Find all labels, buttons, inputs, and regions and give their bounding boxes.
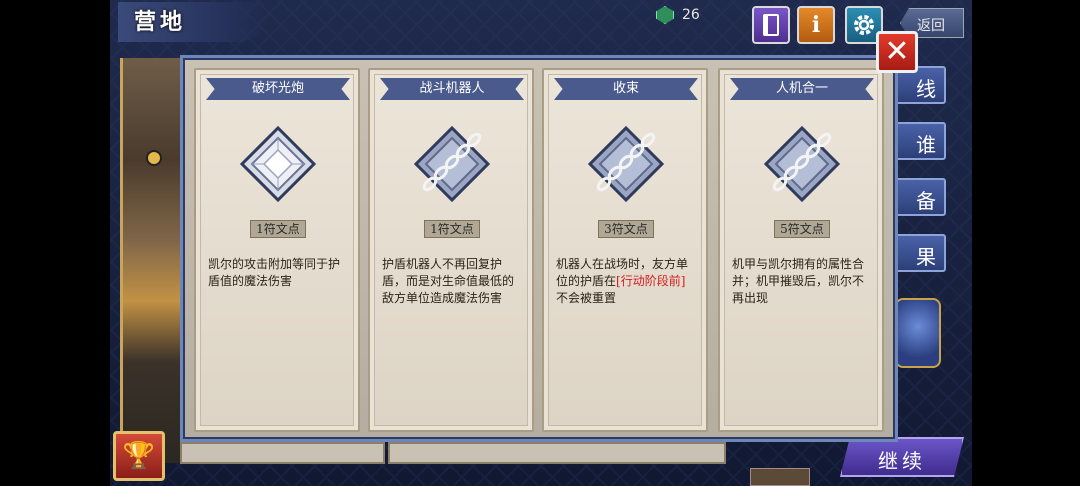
left-letterbox [0, 0, 110, 486]
page-title: 营地 [118, 2, 268, 42]
chained-gem-icon [764, 126, 840, 202]
chained-gem-icon [588, 126, 664, 202]
chained-gem-icon [414, 126, 490, 202]
continue-button[interactable]: 继续 [840, 437, 964, 477]
close-icon: ✕ [884, 34, 910, 69]
robot-artwork [120, 58, 184, 463]
card-title: 战斗机器人 [380, 78, 524, 100]
rune-cost: 1符文点 [250, 220, 306, 238]
plain-gem-icon [240, 126, 316, 202]
robot-eye [146, 150, 162, 166]
underlay-panel-right [388, 442, 726, 464]
card-description: 机甲与凯尔拥有的属性合并；机甲摧毁后，凯尔不再出现 [732, 257, 865, 305]
rune-card-2[interactable]: 战斗机器人 1符文点 护盾机器人不再回复护盾，而是对生命值最低的敌方单位造成魔法… [368, 68, 534, 432]
trophy-button[interactable]: 🏆 [113, 431, 165, 481]
rune-cost: 5符文点 [774, 220, 830, 238]
card-title: 破坏光炮 [206, 78, 350, 100]
rune-cost: 1符文点 [424, 220, 480, 238]
desc-highlight: [行动阶段前] [616, 274, 686, 288]
info-button[interactable]: i [797, 6, 835, 44]
right-letterbox [972, 0, 1080, 486]
underlay-panel-left [180, 442, 385, 464]
info-icon: i [811, 12, 821, 38]
gem-count: 26 [682, 7, 700, 23]
card-description: 机器人在战场时，友方单位的护盾在[行动阶段前]不会被重置 [556, 256, 696, 307]
treasure-chest-icon[interactable] [895, 298, 941, 368]
card-title: 人机合一 [730, 78, 874, 100]
rune-card-4[interactable]: 人机合一 5符文点 机甲与凯尔拥有的属性合并；机甲摧毁后，凯尔不再出现 [718, 68, 884, 432]
desc-text: 不会被重置 [556, 291, 617, 305]
card-description: 凯尔的攻击附加等同于护盾值的魔法伤害 [208, 257, 341, 288]
close-button[interactable]: ✕ [876, 31, 918, 73]
rune-cost: 3符文点 [598, 220, 654, 238]
card-description: 护盾机器人不再回复护盾，而是对生命值最低的敌方单位造成魔法伤害 [382, 257, 515, 305]
book-button[interactable] [752, 6, 790, 44]
game-screen: 营地 26 i 返回 线 谁 备 果 继续 🏆 破坏光炮 1符文点 凯尔的攻击附… [0, 0, 1080, 486]
card-title: 收束 [554, 78, 698, 100]
thumbnail-image [750, 468, 810, 486]
rune-card-3[interactable]: 收束 3符文点 机器人在战场时，友方单位的护盾在[行动阶段前]不会被重置 [542, 68, 708, 432]
trophy-icon: 🏆 [122, 441, 156, 471]
book-icon [763, 14, 779, 36]
gear-icon [854, 15, 874, 35]
rune-card-1[interactable]: 破坏光炮 1符文点 凯尔的攻击附加等同于护盾值的魔法伤害 [194, 68, 360, 432]
